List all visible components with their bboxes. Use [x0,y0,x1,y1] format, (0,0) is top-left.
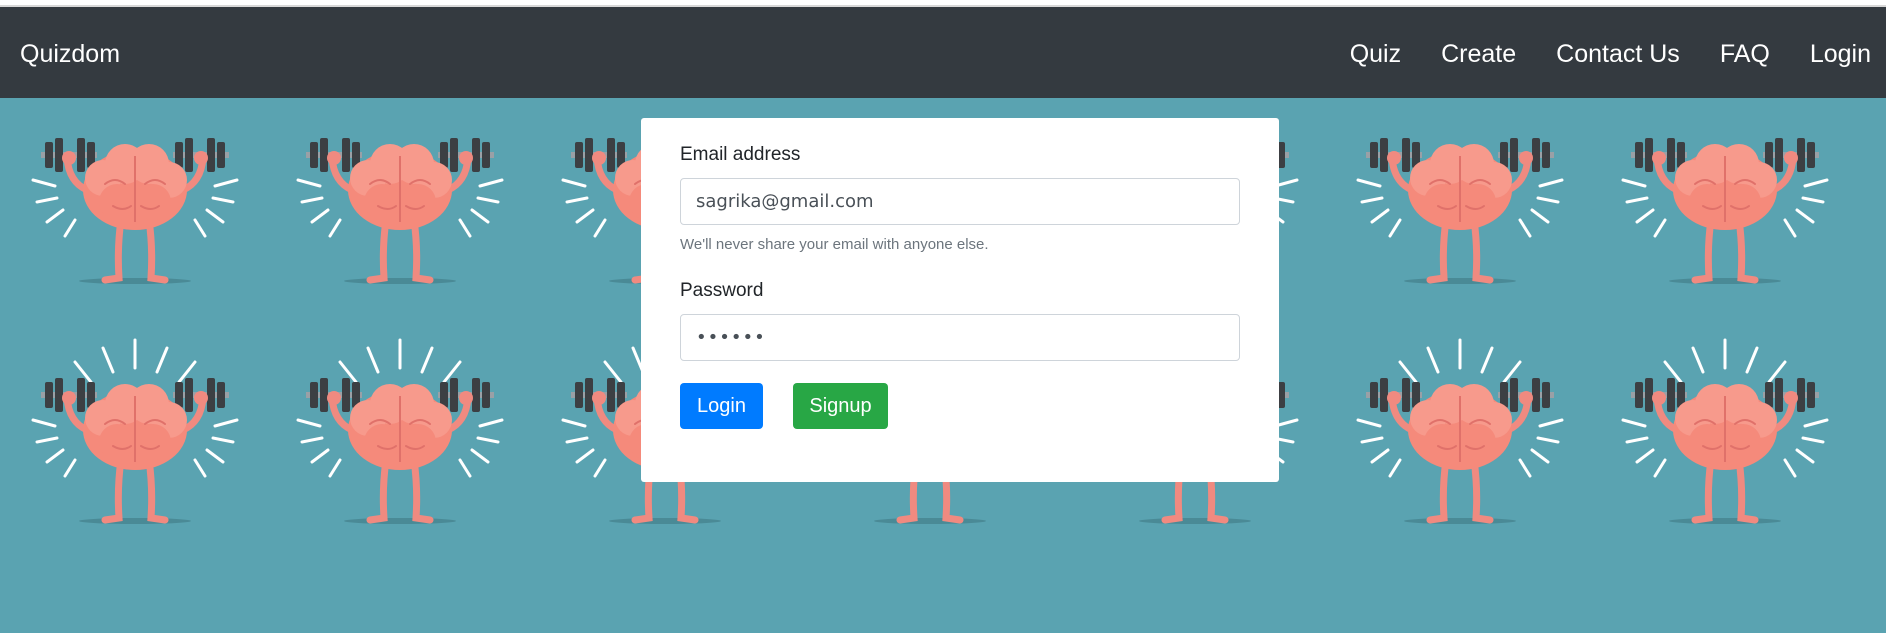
signup-button[interactable]: Signup [793,383,888,429]
brain-lifting-dumbbells-icon [1615,98,1835,288]
window-top-border [0,0,1886,7]
brain-lifting-dumbbells-icon [1350,98,1570,288]
login-button[interactable]: Login [680,383,763,429]
brain-lifting-dumbbells-icon [25,98,245,288]
email-field[interactable] [680,178,1240,225]
email-label: Email address [680,144,801,165]
brain-lifting-dumbbells-icon [25,338,245,528]
password-field[interactable] [680,314,1240,361]
password-label: Password [680,280,764,301]
nav-link-create[interactable]: Create [1441,39,1516,69]
brain-lifting-dumbbells-icon [1880,338,1886,528]
nav-link-faq[interactable]: FAQ [1720,39,1770,69]
login-card: Email address We'll never share your ema… [641,118,1279,482]
brain-lifting-dumbbells-icon [1350,338,1570,528]
nav-link-contact-us[interactable]: Contact Us [1556,39,1680,69]
email-help-text: We'll never share your email with anyone… [680,236,989,253]
nav-link-quiz[interactable]: Quiz [1350,39,1401,69]
brain-lifting-dumbbells-icon [1880,98,1886,288]
brain-lifting-dumbbells-icon [1615,338,1835,528]
navbar: Quizdom Quiz Create Contact Us FAQ Login [0,7,1886,98]
nav-link-login[interactable]: Login [1810,39,1871,69]
nav-links: Quiz Create Contact Us FAQ Login [1310,39,1871,69]
brand-link[interactable]: Quizdom [20,39,120,69]
brain-lifting-dumbbells-icon [290,98,510,288]
brain-lifting-dumbbells-icon [290,338,510,528]
